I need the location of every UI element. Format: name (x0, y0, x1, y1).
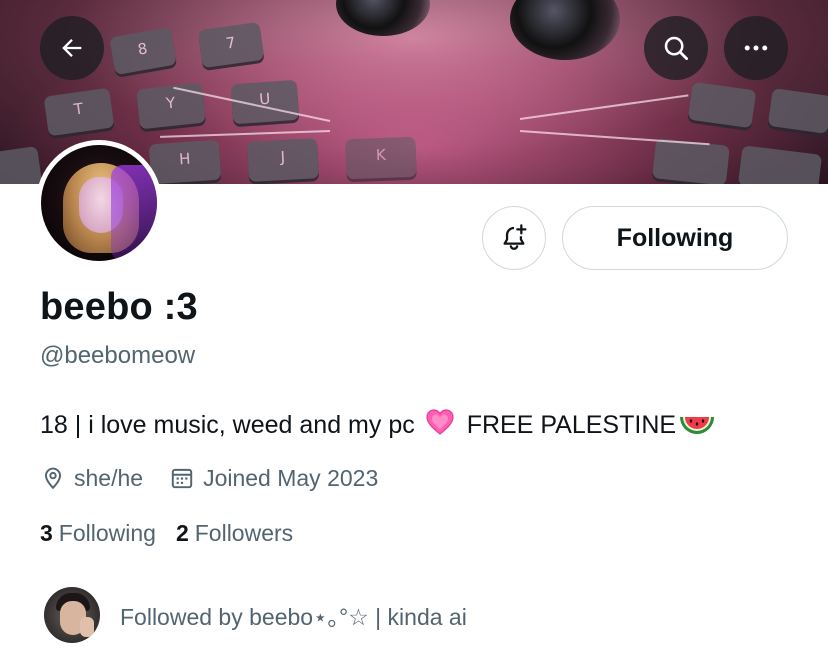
avatar-photo (41, 145, 157, 261)
follower-avatar (44, 587, 100, 643)
more-button[interactable] (724, 16, 788, 80)
bio-text-end: FREE PALESTINE (466, 411, 677, 439)
followers-count: 2 (175, 520, 189, 546)
heart-icon (426, 409, 454, 435)
profile-bio: 18 | i love music, weed and my pc FREE P… (40, 408, 716, 443)
followers-count-label: Followers (194, 520, 294, 546)
profile-meta: she/he Joined May 2023 (40, 462, 404, 494)
profile-avatar[interactable] (36, 140, 162, 266)
arrow-left-icon (62, 39, 82, 57)
followed-by-text: Followed by beebo⋆｡°☆ | kinda ai (120, 604, 467, 630)
banner-key: H (148, 139, 222, 184)
banner-key: J (247, 138, 319, 182)
following-count-label: Following (58, 520, 156, 546)
display-name: beebo :3 (40, 286, 198, 328)
location-text: she/he (74, 464, 144, 491)
follower-avatar-hand (80, 617, 94, 637)
following-button[interactable]: Following (562, 206, 788, 270)
heart-emoji (425, 408, 455, 443)
user-handle: @beebomeow (40, 342, 196, 369)
notifications-button[interactable] (482, 206, 546, 270)
following-count-link[interactable]: 3 Following (40, 520, 156, 547)
followed-by[interactable]: Followed by beebo⋆｡°☆ | kinda ai (44, 587, 467, 643)
more-horizontal-icon (744, 45, 768, 51)
location-item: she/he (40, 465, 143, 492)
bell-plus-icon (503, 224, 527, 250)
back-button[interactable] (40, 16, 104, 80)
banner-key (652, 138, 730, 184)
bio-text-start: 18 | i love music, weed and my pc (40, 411, 415, 439)
following-count: 3 (40, 520, 53, 546)
banner-key (0, 146, 43, 184)
follow-counts: 3 Following 2 Followers (40, 520, 313, 547)
location-pin-icon (44, 467, 62, 490)
avatar-light (111, 165, 157, 261)
search-button[interactable] (644, 16, 708, 80)
joined-item: Joined May 2023 (169, 465, 378, 492)
calendar-icon (171, 468, 193, 489)
followers-count-link[interactable]: 2 Followers (176, 520, 293, 547)
banner-key: K (345, 136, 417, 180)
following-button-label: Following (616, 223, 734, 252)
joined-text: Joined May 2023 (203, 464, 379, 491)
search-icon (664, 36, 688, 60)
watermelon-icon (680, 416, 715, 434)
banner-key: Y (136, 82, 206, 130)
